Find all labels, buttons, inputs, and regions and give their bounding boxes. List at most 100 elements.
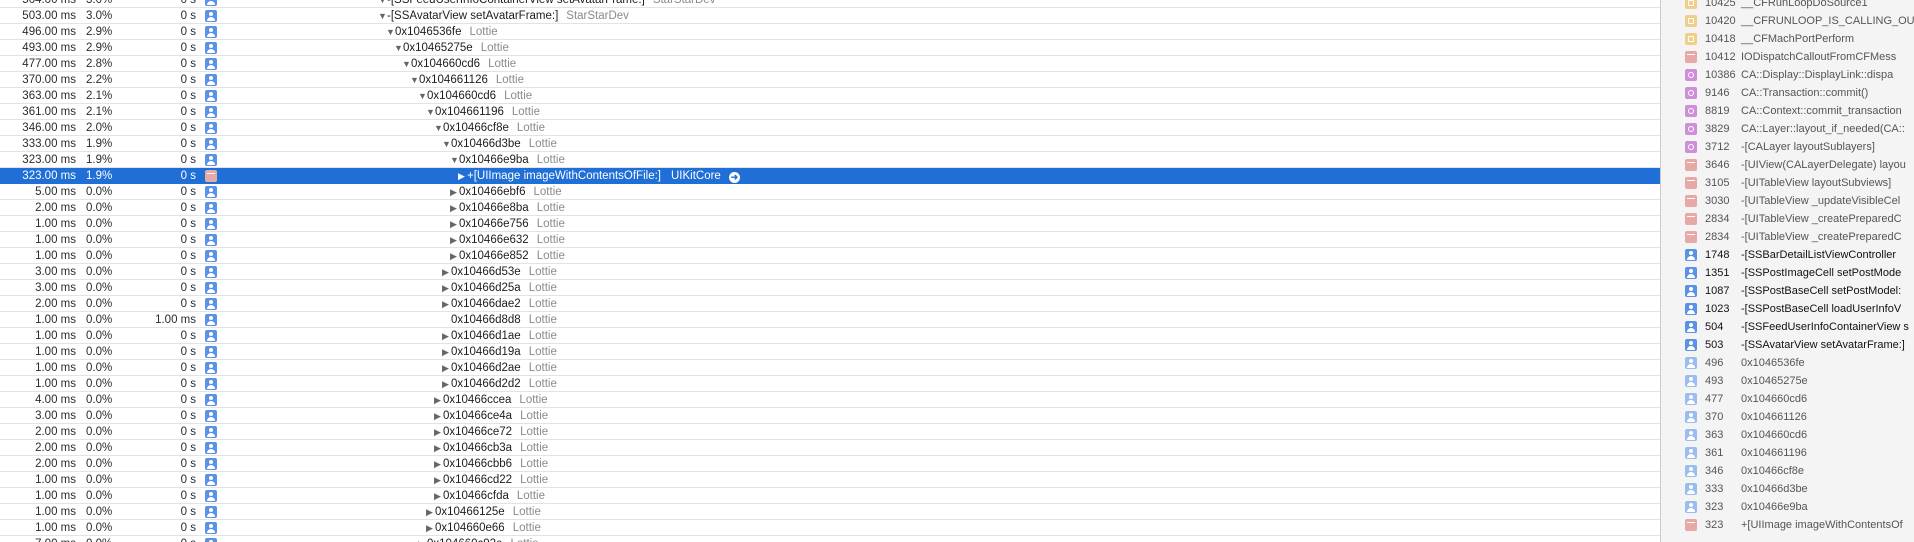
disclosure-collapsed-icon[interactable]: ▶: [450, 200, 459, 216]
call-tree-row[interactable]: 1.00 ms 0.0% 1.00 ms 0x10466d8d8 Lottie: [0, 312, 1660, 328]
disclosure-collapsed-icon[interactable]: ▶: [442, 360, 451, 376]
call-tree-row[interactable]: 1.00 ms 0.0% 0 s ▶ 0x10466e756 Lottie: [0, 216, 1660, 232]
stack-frame[interactable]: 503 -[SSAvatarView setAvatarFrame:]: [1661, 336, 1914, 354]
call-tree-panel[interactable]: 504.00 ms 3.0% 0 s ▼-[SSFeedUserInfoContain…: [0, 0, 1660, 542]
stack-frame[interactable]: 10418 __CFMachPortPerform: [1661, 30, 1914, 48]
disclosure-collapsed-icon[interactable]: ▶: [434, 424, 443, 440]
heaviest-stack-panel[interactable]: 10425 __CFRunLoopDoSource1 10420 __CFRUNLOO…: [1661, 0, 1914, 542]
disclosure-collapsed-icon[interactable]: ▶: [418, 536, 427, 542]
stack-frame[interactable]: 493 0x10465275e: [1661, 372, 1914, 390]
call-tree-row[interactable]: 1.00 ms 0.0% 0 s ▶ 0x10466d2d2 Lottie: [0, 376, 1660, 392]
call-tree-row[interactable]: 1.00 ms 0.0% 0 s ▶ 0x10466cfda Lottie: [0, 488, 1660, 504]
disclosure-collapsed-icon[interactable]: ▶: [450, 232, 459, 248]
call-tree-row[interactable]: 493.00 ms 2.9% 0 s ▼0x10465275e Lottie: [0, 40, 1660, 56]
stack-frame[interactable]: 361 0x104661196: [1661, 444, 1914, 462]
call-tree-row[interactable]: 370.00 ms 2.2% 0 s ▼0x104661126 Lottie: [0, 72, 1660, 88]
call-tree-row[interactable]: 3.00 ms 0.0% 0 s ▶ 0x10466d53e Lottie: [0, 264, 1660, 280]
disclosure-expanded-icon[interactable]: ▼: [418, 88, 427, 104]
stack-frame[interactable]: 3105 -[UITableView layoutSubviews]: [1661, 174, 1914, 192]
call-tree-row[interactable]: 361.00 ms 2.1% 0 s ▼0x104661196 Lottie: [0, 104, 1660, 120]
stack-frame[interactable]: 10412 IODispatchCalloutFromCFMess: [1661, 48, 1914, 66]
stack-frame[interactable]: 504 -[SSFeedUserInfoContainerView s: [1661, 318, 1914, 336]
stack-frame[interactable]: 1748 -[SSBarDetailListViewController: [1661, 246, 1914, 264]
stack-frame[interactable]: 2834 -[UITableView _createPreparedC: [1661, 228, 1914, 246]
stack-frame[interactable]: 10420 __CFRUNLOOP_IS_CALLING_OU: [1661, 12, 1914, 30]
stack-frame[interactable]: 370 0x104661126: [1661, 408, 1914, 426]
stack-frame[interactable]: 10386 CA::Display::DisplayLink::dispa: [1661, 66, 1914, 84]
disclosure-collapsed-icon[interactable]: ▶: [450, 184, 459, 200]
call-tree-row[interactable]: 1.00 ms 0.0% 0 s ▶ 0x10466e852 Lottie: [0, 248, 1660, 264]
disclosure-expanded-icon[interactable]: ▼: [426, 104, 435, 120]
call-tree-row[interactable]: 477.00 ms 2.8% 0 s ▼0x104660cd6 Lottie: [0, 56, 1660, 72]
disclosure-collapsed-icon[interactable]: ▶: [442, 264, 451, 280]
call-tree-row[interactable]: 1.00 ms 0.0% 0 s ▶ 0x104660e66 Lottie: [0, 520, 1660, 536]
disclosure-collapsed-icon[interactable]: ▶: [434, 408, 443, 424]
disclosure-expanded-icon[interactable]: ▼: [442, 136, 451, 152]
disclosure-collapsed-icon[interactable]: ▶: [442, 344, 451, 360]
disclosure-collapsed-icon[interactable]: ▶: [442, 280, 451, 296]
call-tree-row[interactable]: 2.00 ms 0.0% 0 s ▶ 0x10466cbb6 Lottie: [0, 456, 1660, 472]
disclosure-collapsed-icon[interactable]: ▶: [426, 520, 435, 536]
call-tree-row[interactable]: 3.00 ms 0.0% 0 s ▶ 0x10466ce4a Lottie: [0, 408, 1660, 424]
disclosure-collapsed-icon[interactable]: ▶: [426, 504, 435, 520]
call-tree-row[interactable]: 1.00 ms 0.0% 0 s ▶ 0x10466d2ae Lottie: [0, 360, 1660, 376]
disclosure-expanded-icon[interactable]: ▼: [410, 72, 419, 88]
stack-frame[interactable]: 3712 -[CALayer layoutSublayers]: [1661, 138, 1914, 156]
call-tree-row[interactable]: 3.00 ms 0.0% 0 s ▶ 0x10466d25a Lottie: [0, 280, 1660, 296]
stack-frame[interactable]: 496 0x1046536fe: [1661, 354, 1914, 372]
stack-frame[interactable]: 1023 -[SSPostBaseCell loadUserInfoV: [1661, 300, 1914, 318]
call-tree-row[interactable]: 1.00 ms 0.0% 0 s ▶ 0x10466d19a Lottie: [0, 344, 1660, 360]
stack-frame[interactable]: 1351 -[SSPostImageCell setPostMode: [1661, 264, 1914, 282]
stack-frame[interactable]: 323 0x10466e9ba: [1661, 498, 1914, 516]
disclosure-expanded-icon[interactable]: ▼: [434, 120, 443, 136]
disclosure-collapsed-icon[interactable]: ▶: [442, 376, 451, 392]
call-tree-row-selected[interactable]: 323.00 ms 1.9% 0 s ▶ +[UIImage imageWithCont…: [0, 168, 1660, 184]
stack-frame[interactable]: 10425 __CFRunLoopDoSource1: [1661, 0, 1914, 12]
call-tree-row[interactable]: 323.00 ms 1.9% 0 s ▼0x10466e9ba Lottie: [0, 152, 1660, 168]
stack-frame[interactable]: 346 0x10466cf8e: [1661, 462, 1914, 480]
stack-frame[interactable]: 9146 CA::Transaction::commit(): [1661, 84, 1914, 102]
stack-frame[interactable]: 333 0x10466d3be: [1661, 480, 1914, 498]
disclosure-collapsed-icon[interactable]: ▶: [434, 456, 443, 472]
stack-frame[interactable]: 3829 CA::Layer::layout_if_needed(CA::: [1661, 120, 1914, 138]
call-tree-row[interactable]: 2.00 ms 0.0% 0 s ▶ 0x10466e8ba Lottie: [0, 200, 1660, 216]
disclosure-collapsed-icon[interactable]: ▶: [434, 392, 443, 408]
stack-frame[interactable]: 2834 -[UITableView _createPreparedC: [1661, 210, 1914, 228]
call-tree-row[interactable]: 7.00 ms 0.0%0 s ▶0x104660c92e Lottie: [0, 536, 1660, 542]
call-tree-row[interactable]: 1.00 ms 0.0% 0 s ▶ 0x10466cd22 Lottie: [0, 472, 1660, 488]
stack-frame[interactable]: 3646 -[UIView(CALayerDelegate) layou: [1661, 156, 1914, 174]
call-tree-row[interactable]: 5.00 ms 0.0% 0 s ▶ 0x10466ebf6 Lottie: [0, 184, 1660, 200]
disclosure-collapsed-icon[interactable]: ▶: [434, 488, 443, 504]
disclosure-collapsed-icon[interactable]: ▶: [434, 472, 443, 488]
disclosure-collapsed-icon[interactable]: ▶: [442, 296, 451, 312]
call-tree-row[interactable]: 503.00 ms 3.0% 0 s ▼-[SSAvatarView setAvata…: [0, 8, 1660, 24]
call-tree-row[interactable]: 346.00 ms 2.0% 0 s ▼0x10466cf8e Lottie: [0, 120, 1660, 136]
call-tree-row[interactable]: 363.00 ms 2.1% 0 s ▼0x104660cd6 Lottie: [0, 88, 1660, 104]
disclosure-expanded-icon[interactable]: ▼: [402, 56, 411, 72]
disclosure-collapsed-icon[interactable]: ▶: [434, 440, 443, 456]
disclosure-collapsed-icon[interactable]: ▶: [450, 216, 459, 232]
call-tree-row[interactable]: 1.00 ms 0.0% 0 s ▶ 0x10466d1ae Lottie: [0, 328, 1660, 344]
disclosure-collapsed-icon[interactable]: ▶: [450, 248, 459, 264]
call-tree-row[interactable]: 496.00 ms 2.9% 0 s ▼0x1046536fe Lottie: [0, 24, 1660, 40]
stack-frame[interactable]: 8819 CA::Context::commit_transaction: [1661, 102, 1914, 120]
call-tree-row[interactable]: 2.00 ms 0.0% 0 s ▶ 0x10466dae2 Lottie: [0, 296, 1660, 312]
call-tree-row[interactable]: 333.00 ms 1.9% 0 s ▼0x10466d3be Lottie: [0, 136, 1660, 152]
disclosure-expanded-icon[interactable]: ▼: [378, 0, 387, 8]
disclosure-collapsed-icon[interactable]: ▶: [442, 328, 451, 344]
call-tree-row[interactable]: 2.00 ms 0.0% 0 s ▶ 0x10466cb3a Lottie: [0, 440, 1660, 456]
go-to-source-icon[interactable]: ➜: [728, 172, 740, 183]
call-tree-row[interactable]: 1.00 ms 0.0% 0 s ▶ 0x10466e632 Lottie: [0, 232, 1660, 248]
call-tree-row[interactable]: 2.00 ms 0.0% 0 s ▶ 0x10466ce72 Lottie: [0, 424, 1660, 440]
disclosure-expanded-icon[interactable]: ▼: [378, 8, 387, 24]
disclosure-collapsed-icon[interactable]: ▶: [458, 168, 467, 184]
disclosure-expanded-icon[interactable]: ▼: [450, 152, 459, 168]
stack-frame[interactable]: 477 0x104660cd6: [1661, 390, 1914, 408]
disclosure-expanded-icon[interactable]: ▼: [394, 40, 403, 56]
stack-frame[interactable]: 323 +[UIImage imageWithContentsOf: [1661, 516, 1914, 534]
call-tree-row[interactable]: 1.00 ms 0.0% 0 s ▶ 0x10466125e Lottie: [0, 504, 1660, 520]
stack-frame[interactable]: 3030 -[UITableView _updateVisibleCel: [1661, 192, 1914, 210]
stack-frame[interactable]: 363 0x104660cd6: [1661, 426, 1914, 444]
call-tree-row[interactable]: 4.00 ms 0.0% 0 s ▶ 0x10466ccea Lottie: [0, 392, 1660, 408]
disclosure-expanded-icon[interactable]: ▼: [386, 24, 395, 40]
